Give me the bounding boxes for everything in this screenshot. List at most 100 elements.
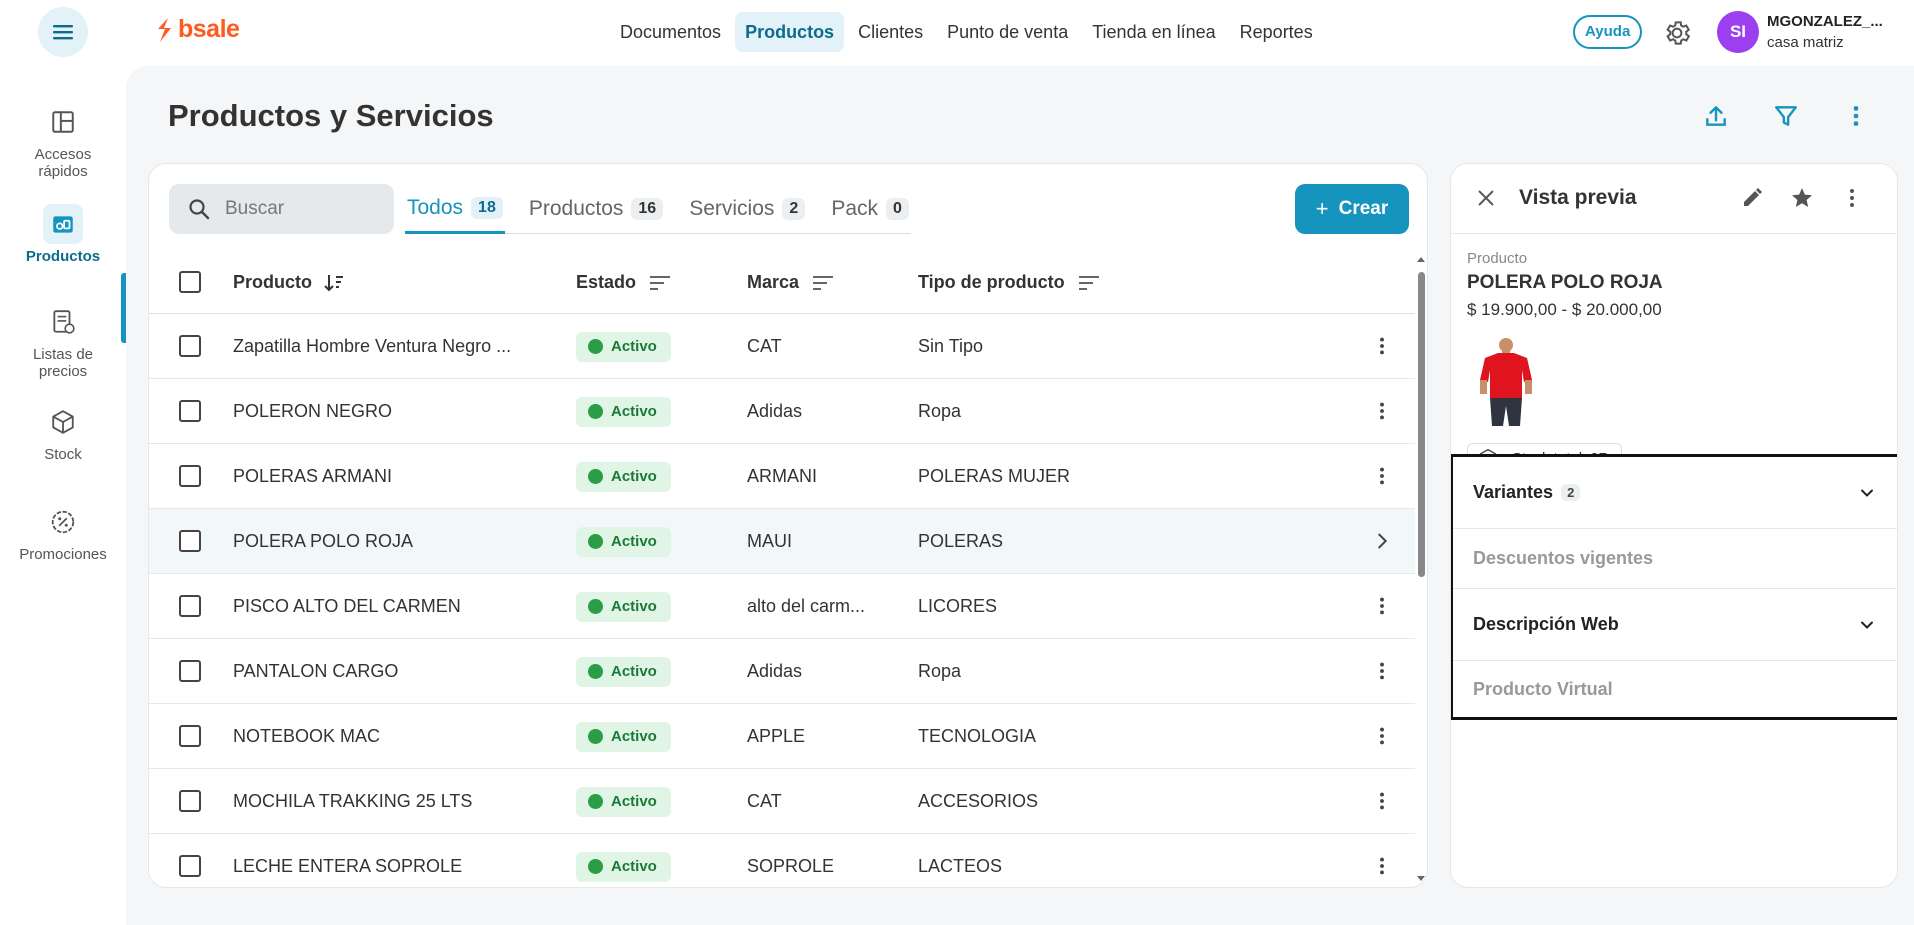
hamburger-menu-button[interactable]: [38, 7, 88, 57]
sidebar-item-label: Productos: [25, 248, 101, 265]
row-more-options-icon[interactable]: [1365, 784, 1399, 818]
status-label: Activo: [611, 663, 657, 680]
row-more-options-icon[interactable]: [1365, 329, 1399, 363]
table-row[interactable]: POLERON NEGRO Activo Adidas Ropa: [149, 379, 1415, 444]
bsale-logo[interactable]: bsale: [154, 15, 240, 44]
help-button[interactable]: Ayuda: [1573, 15, 1643, 49]
nav-clientes[interactable]: Clientes: [848, 12, 933, 52]
table-row[interactable]: POLERAS ARMANI Activo ARMANI POLERAS MUJER: [149, 444, 1415, 509]
scroll-down-icon[interactable]: [1415, 874, 1427, 884]
sidebar-item-promotions[interactable]: Promociones: [0, 502, 126, 563]
chevron-right-icon[interactable]: [1365, 524, 1399, 558]
main-content: Productos y Servicios Todos 18 Productos 16…: [126, 66, 1914, 925]
status-dot: [588, 534, 603, 549]
sidebar-item-stock[interactable]: Stock: [0, 402, 126, 463]
status-label: Activo: [611, 598, 657, 615]
section-variants[interactable]: Variantes 2: [1453, 457, 1897, 529]
more-options-icon[interactable]: [1838, 98, 1874, 134]
filter-icon[interactable]: [1768, 98, 1804, 134]
table-row[interactable]: MOCHILA TRAKKING 25 LTS Activo CAT ACCESORI…: [149, 769, 1415, 834]
tab-servicios[interactable]: Servicios 2: [687, 184, 807, 234]
favorite-star-icon[interactable]: [1785, 181, 1819, 215]
table-row[interactable]: NOTEBOOK MAC Activo APPLE TECNOLOGIA: [149, 704, 1415, 769]
column-header-label: Producto: [233, 272, 312, 292]
row-checkbox[interactable]: [179, 400, 201, 422]
tab-productos[interactable]: Productos 16: [527, 184, 665, 234]
tab-pack[interactable]: Pack 0: [829, 184, 911, 234]
status-label: Activo: [611, 338, 657, 355]
edit-pencil-icon[interactable]: [1735, 181, 1769, 215]
nav-reportes[interactable]: Reportes: [1230, 12, 1323, 52]
row-checkbox[interactable]: [179, 855, 201, 877]
preview-more-options-icon[interactable]: [1835, 181, 1869, 215]
left-sidebar: Accesos rápidos Productos Listas de prec…: [0, 66, 126, 925]
row-more-options-icon[interactable]: [1365, 459, 1399, 493]
sort-icon[interactable]: [1075, 271, 1103, 295]
column-header-status[interactable]: Estado: [576, 251, 674, 314]
tab-label: Todos: [407, 195, 464, 219]
sidebar-item-quick-access[interactable]: Accesos rápidos: [0, 102, 126, 180]
bsale-logo-icon: [158, 17, 171, 42]
close-icon[interactable]: [1469, 181, 1503, 215]
cell-product-name: PANTALON CARGO: [233, 661, 399, 681]
cell-status: Activo: [576, 509, 671, 574]
cell-product-type: ACCESORIOS: [918, 791, 1039, 811]
sidebar-item-products[interactable]: Productos: [0, 204, 126, 265]
cell-brand: Adidas: [747, 401, 803, 421]
table-row[interactable]: PANTALON CARGO Activo Adidas Ropa: [149, 639, 1415, 704]
user-avatar[interactable]: SI: [1717, 11, 1759, 53]
cell-product-name: MOCHILA TRAKKING 25 LTS: [233, 791, 473, 811]
table-row[interactable]: Zapatilla Hombre Ventura Negro ... Activo…: [149, 314, 1415, 379]
cell-product-type: LICORES: [918, 596, 998, 616]
nav-tienda-en-l-nea[interactable]: Tienda en línea: [1082, 12, 1225, 52]
scroll-up-icon[interactable]: [1415, 254, 1427, 264]
column-header-product[interactable]: Producto: [233, 251, 346, 314]
row-checkbox[interactable]: [179, 790, 201, 812]
status-dot: [588, 729, 603, 744]
create-button[interactable]: + Crear: [1295, 184, 1409, 234]
search-input[interactable]: [225, 198, 365, 220]
sort-descending-icon[interactable]: [322, 271, 346, 295]
row-more-options-icon[interactable]: [1365, 589, 1399, 623]
row-checkbox[interactable]: [179, 660, 201, 682]
table-row[interactable]: LECHE ENTERA SOPROLE Activo SOPROLE LACTEOS: [149, 834, 1415, 887]
column-header-brand[interactable]: Marca: [747, 251, 837, 314]
row-more-options-icon[interactable]: [1365, 654, 1399, 688]
sidebar-item-price-lists[interactable]: Listas de precios: [0, 302, 126, 380]
status-dot: [588, 404, 603, 419]
cell-product-name: POLERA POLO ROJA: [233, 531, 414, 551]
preview-price-range: $ 19.900,00 - $ 20.000,00: [1467, 300, 1662, 319]
section-current-discounts[interactable]: Descuentos vigentes: [1453, 529, 1897, 589]
select-all-checkbox[interactable]: [179, 271, 201, 293]
preview-panel: Vista previa Producto POLERA POLO ROJA $…: [1450, 163, 1898, 888]
product-image[interactable]: [1471, 334, 1541, 429]
table-scrollbar[interactable]: [1415, 254, 1427, 884]
row-checkbox[interactable]: [179, 725, 201, 747]
row-more-options-icon[interactable]: [1365, 719, 1399, 753]
cell-status: Activo: [576, 574, 671, 639]
cell-status: Activo: [576, 314, 671, 379]
scrollbar-thumb[interactable]: [1418, 272, 1425, 577]
table-row[interactable]: PISCO ALTO DEL CARMEN Activo alto del carm…: [149, 574, 1415, 639]
settings-gear-icon[interactable]: [1662, 18, 1692, 48]
user-name[interactable]: MGONZALEZ_...: [1767, 13, 1887, 30]
column-header-type[interactable]: Tipo de producto: [918, 251, 1103, 314]
table-row[interactable]: POLERA POLO ROJA Activo MAUI POLERAS: [149, 509, 1415, 574]
row-checkbox[interactable]: [179, 530, 201, 552]
nav-documentos[interactable]: Documentos: [610, 12, 731, 52]
sort-icon[interactable]: [809, 271, 837, 295]
row-checkbox[interactable]: [179, 335, 201, 357]
tab-todos[interactable]: Todos 18: [405, 184, 505, 234]
section-virtual-product[interactable]: Producto Virtual: [1453, 661, 1897, 717]
row-more-options-icon[interactable]: [1365, 849, 1399, 883]
upload-icon[interactable]: [1698, 98, 1734, 134]
row-more-options-icon[interactable]: [1365, 394, 1399, 428]
search-box[interactable]: [169, 184, 394, 234]
sort-icon[interactable]: [646, 271, 674, 295]
chevron-down-icon: [1861, 489, 1873, 497]
section-web-description[interactable]: Descripción Web: [1453, 589, 1897, 661]
nav-productos[interactable]: Productos: [735, 12, 845, 52]
nav-punto-de-venta[interactable]: Punto de venta: [937, 12, 1078, 52]
row-checkbox[interactable]: [179, 465, 201, 487]
row-checkbox[interactable]: [179, 595, 201, 617]
